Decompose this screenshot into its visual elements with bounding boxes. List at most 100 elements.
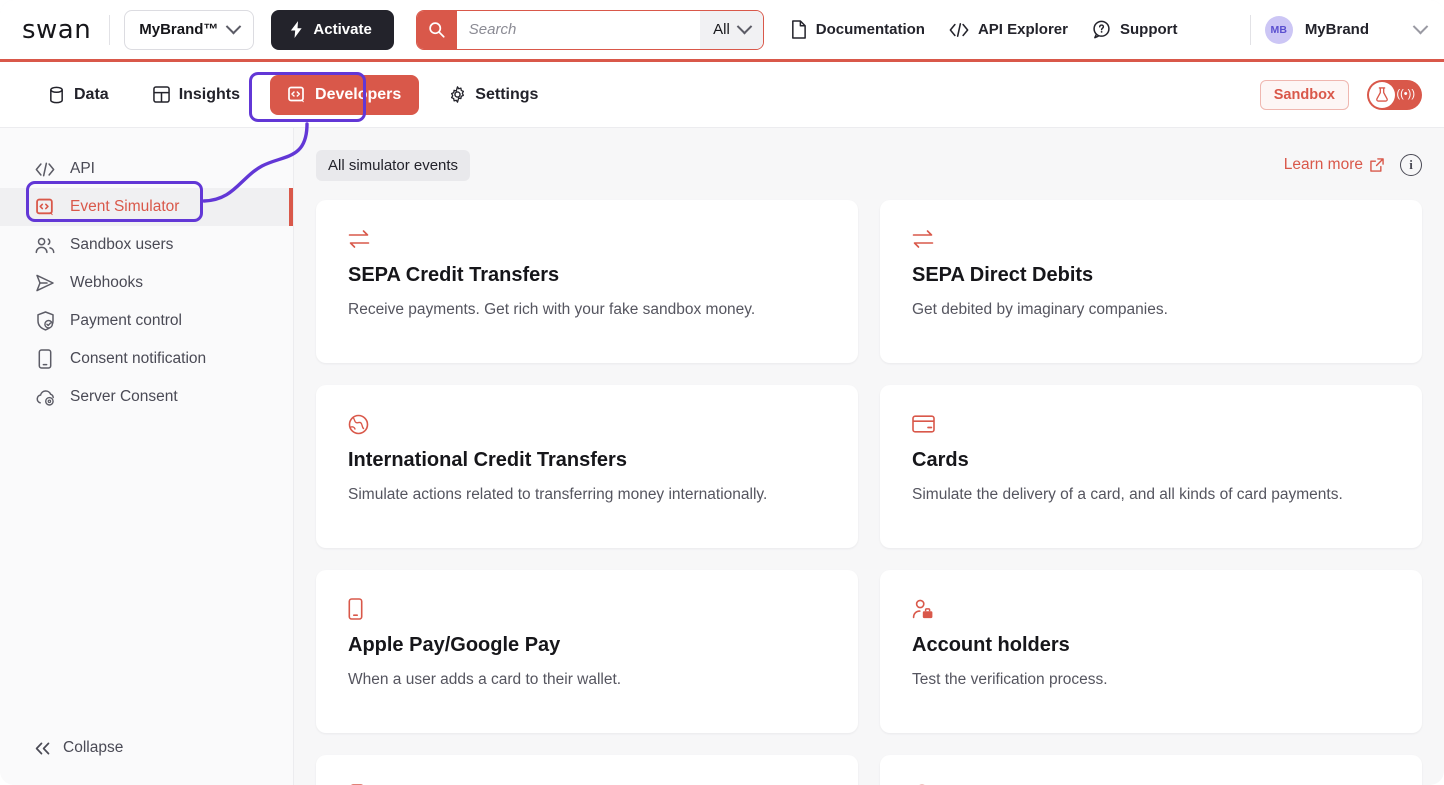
- card-title: International Credit Transfers: [348, 449, 826, 472]
- header-links: Documentation API Explorer Support: [790, 20, 1178, 39]
- sidebar-item-payment-control[interactable]: Payment control: [0, 302, 293, 340]
- sandbox-badge[interactable]: Sandbox: [1260, 80, 1349, 110]
- tab-developers[interactable]: Developers: [270, 75, 419, 115]
- learn-more-label: Learn more: [1284, 156, 1363, 174]
- flask-icon: [1375, 87, 1389, 102]
- send-paper-plane-icon: [34, 274, 56, 292]
- api-explorer-link[interactable]: API Explorer: [949, 21, 1068, 38]
- sidebar-item-consent-notification[interactable]: Consent notification: [0, 340, 293, 378]
- card-description: When a user adds a card to their wallet.: [348, 671, 826, 689]
- card-description: Receive payments. Get rich with your fak…: [348, 301, 826, 319]
- main-toolbar-right: Learn more i: [1284, 154, 1422, 176]
- chevron-down-icon[interactable]: [1413, 19, 1429, 35]
- card-title: SEPA Credit Transfers: [348, 264, 826, 287]
- card-title: Account holders: [912, 634, 1390, 657]
- card-partial-right[interactable]: [880, 755, 1422, 785]
- support-link-label: Support: [1120, 21, 1178, 38]
- collapse-sidebar-button[interactable]: Collapse: [0, 739, 293, 785]
- navbar-right: Sandbox ((•)): [1260, 80, 1422, 110]
- search-button[interactable]: [417, 11, 457, 49]
- code-brackets-icon: [949, 22, 969, 38]
- card-description: Simulate the delivery of a card, and all…: [912, 486, 1390, 504]
- documentation-link[interactable]: Documentation: [790, 20, 925, 39]
- search-bar: All: [416, 10, 764, 50]
- search-scope-label: All: [713, 21, 730, 38]
- card-account-holders[interactable]: Account holders Test the verification pr…: [880, 570, 1422, 733]
- sidebar-item-server-consent-label: Server Consent: [70, 388, 178, 406]
- sandbox-mode-toggle[interactable]: ((•)): [1367, 80, 1422, 110]
- document-icon: [790, 20, 807, 39]
- partial-card-icon: [912, 781, 1390, 785]
- sidebar-item-sandbox-users[interactable]: Sandbox users: [0, 226, 293, 264]
- sidebar-item-consent-notification-label: Consent notification: [70, 350, 206, 368]
- tab-developers-label: Developers: [315, 86, 401, 104]
- body-area: API Event Simulator: [0, 128, 1444, 785]
- tab-insights-label: Insights: [179, 86, 240, 104]
- transfer-arrows-icon: [912, 226, 1390, 252]
- chevron-down-icon: [226, 19, 242, 35]
- partial-card-icon: [348, 781, 826, 785]
- code-window-icon: [34, 198, 56, 217]
- api-explorer-link-label: API Explorer: [978, 21, 1068, 38]
- card-partial-left[interactable]: [316, 755, 858, 785]
- search-scope-select[interactable]: All: [700, 11, 763, 49]
- nav-tabs: Data Insights Developers: [34, 75, 552, 115]
- sidebar-item-server-consent[interactable]: Server Consent: [0, 378, 293, 416]
- activate-button-label: Activate: [313, 21, 371, 38]
- card-apple-pay-google-pay[interactable]: Apple Pay/Google Pay When a user adds a …: [316, 570, 858, 733]
- tab-settings[interactable]: Settings: [435, 75, 552, 115]
- users-icon: [34, 237, 56, 254]
- sidebar-item-webhooks[interactable]: Webhooks: [0, 264, 293, 302]
- search-input[interactable]: [457, 11, 700, 49]
- header-account-area: MB MyBrand: [1250, 15, 1426, 45]
- sidebar-item-api-label: API: [70, 160, 95, 178]
- broadcast-icon: ((•)): [1396, 89, 1415, 100]
- header-divider: [1250, 15, 1251, 45]
- sidebar-item-webhooks-label: Webhooks: [70, 274, 143, 292]
- main-toolbar: All simulator events Learn more i: [316, 148, 1422, 182]
- avatar: MB: [1265, 16, 1293, 44]
- cloud-gear-icon: [34, 389, 56, 406]
- sidebar-item-event-simulator[interactable]: Event Simulator: [0, 188, 293, 226]
- card-description: Test the verification process.: [912, 671, 1390, 689]
- card-cards[interactable]: Cards Simulate the delivery of a card, a…: [880, 385, 1422, 548]
- card-description: Get debited by imaginary companies.: [912, 301, 1390, 319]
- double-chevron-left-icon: [34, 742, 51, 755]
- tab-settings-label: Settings: [475, 86, 538, 104]
- info-icon[interactable]: i: [1400, 154, 1422, 176]
- support-link[interactable]: Support: [1092, 20, 1178, 39]
- code-brackets-icon: [34, 162, 56, 177]
- card-sepa-direct-debits[interactable]: SEPA Direct Debits Get debited by imagin…: [880, 200, 1422, 363]
- external-link-icon: [1370, 158, 1384, 172]
- main-content: All simulator events Learn more i: [294, 128, 1444, 785]
- learn-more-link[interactable]: Learn more: [1284, 156, 1384, 174]
- tab-data-label: Data: [74, 86, 109, 104]
- transfer-arrows-icon: [348, 226, 826, 252]
- tab-insights[interactable]: Insights: [139, 75, 254, 115]
- code-window-icon: [288, 86, 306, 104]
- card-description: Simulate actions related to transferring…: [348, 486, 826, 504]
- sidebar-item-api[interactable]: API: [0, 150, 293, 188]
- card-sepa-credit-transfers[interactable]: SEPA Credit Transfers Receive payments. …: [316, 200, 858, 363]
- card-title: Apple Pay/Google Pay: [348, 634, 826, 657]
- gear-icon: [449, 86, 466, 103]
- grid-panel-icon: [153, 86, 170, 103]
- shield-check-icon: [34, 311, 56, 331]
- tab-data[interactable]: Data: [34, 75, 123, 115]
- documentation-link-label: Documentation: [816, 21, 925, 38]
- primary-navbar: Data Insights Developers: [0, 62, 1444, 128]
- database-icon: [48, 86, 65, 104]
- card-title: Cards: [912, 449, 1390, 472]
- card-international-credit-transfers[interactable]: International Credit Transfers Simulate …: [316, 385, 858, 548]
- activate-button[interactable]: Activate: [271, 10, 393, 50]
- swan-logo: swan: [22, 15, 109, 45]
- brand-selector[interactable]: MyBrand™: [124, 10, 254, 50]
- top-header: swan MyBrand™ Activate All: [0, 0, 1444, 62]
- sidebar-item-payment-control-label: Payment control: [70, 312, 182, 330]
- all-simulator-events-chip[interactable]: All simulator events: [316, 150, 470, 181]
- chevron-down-icon: [737, 19, 753, 35]
- sidebar: API Event Simulator: [0, 128, 294, 785]
- simulator-event-cards: SEPA Credit Transfers Receive payments. …: [316, 200, 1422, 785]
- mobile-phone-icon: [348, 596, 826, 622]
- header-divider: [109, 15, 110, 45]
